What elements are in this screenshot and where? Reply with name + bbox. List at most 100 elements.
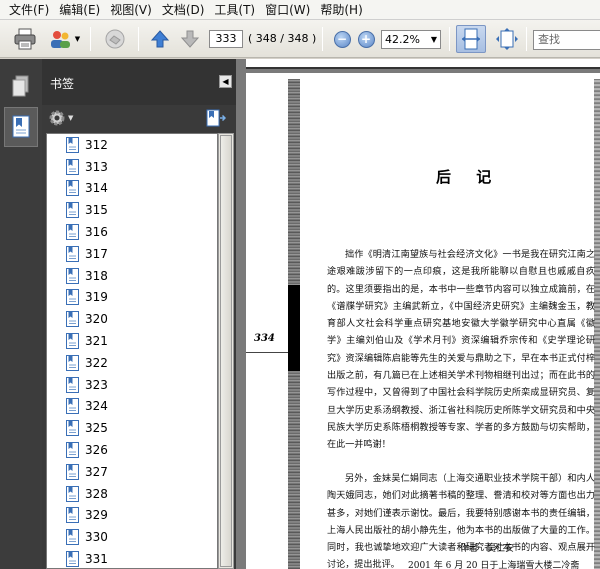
bookmark-label: 317: [85, 246, 108, 261]
fit-page-button[interactable]: [494, 28, 520, 50]
page-number-rule: [246, 352, 288, 353]
zoom-out-icon: −: [333, 30, 351, 48]
bookmark-icon: [66, 376, 79, 393]
menu-view[interactable]: 视图(V): [105, 0, 157, 20]
bookmark-item[interactable]: 314: [47, 178, 217, 200]
bookmark-icon: [66, 289, 79, 306]
menu-window[interactable]: 窗口(W): [260, 0, 315, 20]
people-icon: [50, 31, 70, 48]
bookmark-icon: [66, 245, 79, 262]
toolbar-separator: [322, 27, 323, 51]
collapse-panel-button[interactable]: ◀: [219, 75, 232, 88]
bookmark-label: 320: [85, 312, 108, 327]
bookmark-item[interactable]: 312: [47, 134, 217, 156]
collaborate-button[interactable]: ▼: [46, 28, 82, 50]
pages-panel-button[interactable]: [4, 67, 38, 107]
bookmark-icon: [66, 136, 79, 153]
bookmark-item[interactable]: 318: [47, 265, 217, 287]
bookmark-item[interactable]: 331: [47, 548, 217, 568]
bookmark-label: 321: [85, 334, 108, 349]
bookmarks-title: 书签: [50, 77, 75, 91]
bookmark-label: 327: [85, 464, 108, 479]
bookmark-label: 324: [85, 399, 108, 414]
bookmark-item[interactable]: 313: [47, 156, 217, 178]
bookmarks-header: 书签 ◀: [42, 59, 236, 105]
previous-page-button[interactable]: [148, 28, 172, 50]
bookmark-label: 322: [85, 355, 108, 370]
bookmark-item[interactable]: 327: [47, 461, 217, 483]
bookmark-icon: [66, 463, 79, 480]
document-page: 334 后 记 拙作《明清江南望族与社会经济文化》一书是我在研究江南之途艰难跋涉…: [246, 73, 600, 569]
bookmark-label: 328: [85, 486, 108, 501]
menu-document[interactable]: 文档(D): [157, 0, 210, 20]
zoom-select[interactable]: 42.2% ▼: [381, 30, 441, 49]
zoom-value: 42.2%: [385, 33, 420, 46]
sign-button[interactable]: [100, 28, 130, 50]
bookmark-label: 318: [85, 268, 108, 283]
bookmarks-scrollbar[interactable]: [218, 133, 234, 569]
document-view: 334 后 记 拙作《明清江南望族与社会经济文化》一书是我在研究江南之途艰难跋涉…: [236, 59, 600, 569]
bookmark-icon: [66, 333, 79, 350]
bookmark-label: 319: [85, 290, 108, 305]
bookmark-item[interactable]: 324: [47, 396, 217, 418]
fit-page-icon: [496, 28, 518, 50]
bookmark-item[interactable]: 315: [47, 199, 217, 221]
bookmark-icon: [66, 354, 79, 371]
menu-bar: 文件(F) 编辑(E) 视图(V) 文档(D) 工具(T) 窗口(W) 帮助(H…: [0, 0, 600, 20]
pages-icon: [12, 75, 29, 97]
zoom-in-button[interactable]: +: [356, 28, 376, 50]
bookmark-item[interactable]: 329: [47, 505, 217, 527]
bookmark-icon: [66, 202, 79, 219]
scrollbar-thumb[interactable]: [220, 135, 232, 567]
bookmark-item[interactable]: 319: [47, 287, 217, 309]
page-number-input[interactable]: 333: [209, 30, 243, 48]
search-input[interactable]: 查找: [533, 30, 600, 50]
bookmark-icon: [66, 311, 79, 328]
bookmark-item[interactable]: 330: [47, 526, 217, 548]
bookmarks-panel-button[interactable]: [4, 107, 38, 147]
bookmark-label: 314: [85, 181, 108, 196]
bookmark-item[interactable]: 325: [47, 417, 217, 439]
page-title: 后 记: [436, 168, 502, 186]
bookmark-icon: [66, 529, 79, 546]
arrow-up-icon: [150, 30, 170, 48]
chevron-down-icon: ▼: [74, 35, 81, 43]
options-button[interactable]: ▼: [48, 109, 73, 127]
bookmark-label: 315: [85, 203, 108, 218]
author-signature: 作者 吴仁安: [460, 544, 515, 554]
bookmark-label: 323: [85, 377, 108, 392]
bookmark-label: 331: [85, 552, 108, 567]
bookmark-label: 326: [85, 443, 108, 458]
bookmark-label: 312: [85, 137, 108, 152]
toolbar-separator: [526, 27, 527, 51]
new-bookmark-button[interactable]: [206, 109, 227, 130]
bookmark-item[interactable]: 317: [47, 243, 217, 265]
paragraph: 另外，金妹吴仁娟同志（上海交通职业技术学院干部）和内人陶天娥同志，她们对此摘著书…: [327, 474, 595, 569]
menu-help[interactable]: 帮助(H): [315, 0, 367, 20]
menu-edit[interactable]: 编辑(E): [54, 0, 105, 20]
sign-icon: [105, 29, 125, 49]
fit-width-button[interactable]: [456, 25, 486, 53]
paragraph: 拙作《明清江南望族与社会经济文化》一书是我在研究江南之途艰难跋涉留下的一点印痕，…: [327, 250, 595, 451]
bookmark-item[interactable]: 326: [47, 439, 217, 461]
bookmark-item[interactable]: 316: [47, 221, 217, 243]
bookmark-item[interactable]: 320: [47, 308, 217, 330]
bookmark-item[interactable]: 322: [47, 352, 217, 374]
bookmark-item[interactable]: 328: [47, 483, 217, 505]
toolbar-separator: [138, 27, 139, 51]
print-button[interactable]: [12, 28, 38, 50]
bookmark-icon: [66, 420, 79, 437]
toolbar-separator: [449, 27, 450, 51]
page-number-label: 334: [254, 333, 275, 344]
menu-file[interactable]: 文件(F): [4, 0, 54, 20]
bookmark-item[interactable]: 321: [47, 330, 217, 352]
next-page-button[interactable]: [178, 28, 202, 50]
bookmarks-toolbar: ▼: [42, 105, 236, 133]
gear-icon: [49, 110, 65, 126]
zoom-out-button[interactable]: −: [332, 28, 352, 50]
navigation-rail: [0, 59, 42, 569]
bookmark-item[interactable]: 323: [47, 374, 217, 396]
scan-shadow: [288, 285, 300, 371]
menu-tools[interactable]: 工具(T): [209, 0, 260, 20]
new-bookmark-icon: [206, 109, 227, 127]
